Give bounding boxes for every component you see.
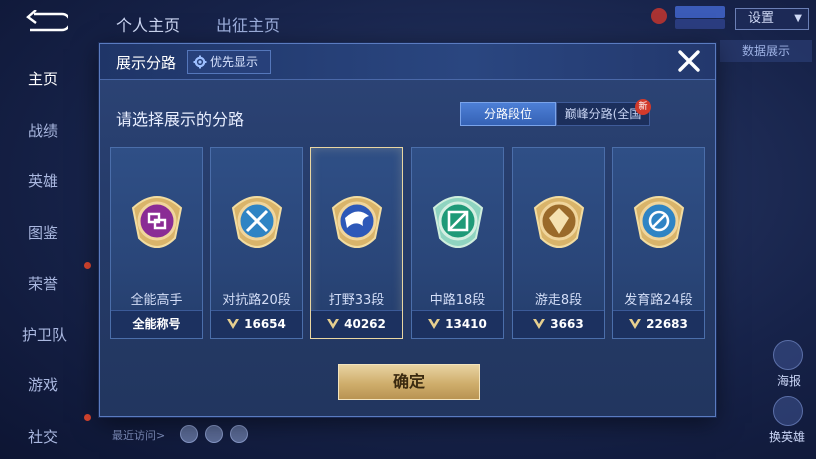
sidebar-item-heroes[interactable]: 英雄 [28,170,58,191]
sidebar-item-records[interactable]: 战绩 [28,120,58,141]
status-badge-secondary [675,19,725,29]
back-arrow-icon[interactable] [22,10,68,34]
poster-label: 海报 [777,374,802,388]
lane-role-label: 全能高手 [130,293,183,308]
sidebar-item-guard-team[interactable]: 护卫队 [22,324,67,345]
farm-lane-emblem-icon [633,196,685,248]
lane-role-label: 对抗路20段 [222,293,291,308]
sidebar-item-home[interactable]: 主页 [28,68,58,89]
sidebar-item-social[interactable]: 社交 [28,426,58,447]
settings-label: 设置 [748,11,775,26]
lane-role-label: 发育路24段 [624,293,693,308]
settings-dropdown[interactable]: 设置 ▼ [735,8,809,30]
sidebar-item-codex[interactable]: 图鉴 [28,222,58,243]
recent-avatar[interactable] [205,425,223,443]
change-hero-icon[interactable] [773,396,803,426]
dialog-title: 展示分路 [116,54,177,72]
lane-score: 16654 [211,310,302,338]
sidebar-item-honor[interactable]: 荣誉 [28,273,58,294]
lane-score: 3663 [513,310,604,338]
all-round-emblem-icon [131,196,183,248]
lane-score: 22683 [613,310,704,338]
lane-role-label: 游走8段 [534,293,583,308]
lane-card-all-round[interactable]: 全能高手 全能称号 [110,147,203,339]
sidebar-item-games[interactable]: 游戏 [28,374,58,395]
lane-role-label: 中路18段 [429,293,486,308]
close-icon[interactable] [676,48,702,74]
priority-display-button[interactable]: 优先显示 [187,50,271,74]
top-bar: 个人主页 出征主页 设置 ▼ 数据展示 [0,0,816,62]
lane-score: 40262 [311,310,402,338]
lane-title-value: 全能称号 [111,310,202,338]
lane-display-dialog: 展示分路 优先显示 请选择展示的分路 分路段位 巅峰分路(全国 新 全能高手 全… [99,43,716,417]
confirm-button[interactable]: 确定 [338,364,480,400]
change-hero-label: 换英雄 [769,430,806,444]
new-badge: 新 [635,99,651,115]
poster-icon[interactable] [773,340,803,370]
status-badge [675,6,725,18]
lane-card-jungle[interactable]: 打野33段 40262 [310,147,403,339]
gear-icon [193,55,207,69]
mid-lane-emblem-icon [432,196,484,248]
lane-card-clash[interactable]: 对抗路20段 16654 [210,147,303,339]
recent-avatar[interactable] [180,425,198,443]
lane-card-mid[interactable]: 中路18段 13410 [411,147,504,339]
score-icon [227,319,240,329]
tab-battle[interactable]: 出征主页 [216,12,280,36]
chevron-down-icon: ▼ [794,13,802,24]
tab-peak-lane-label: 巅峰分路(全国 [564,107,642,121]
lane-role-label: 打野33段 [328,293,385,308]
recent-visits-link[interactable]: 最近访问> [112,427,165,443]
tab-peak-lane[interactable]: 巅峰分路(全国 新 [556,99,651,126]
tab-profile[interactable]: 个人主页 [116,12,180,36]
tab-lane-rank[interactable]: 分路段位 [460,102,556,126]
score-icon [533,319,546,329]
data-display-button[interactable]: 数据展示 [720,40,812,62]
dialog-header: 展示分路 优先显示 [100,44,715,80]
roam-emblem-icon [533,196,585,248]
clash-lane-emblem-icon [231,196,283,248]
jungle-emblem-icon [331,196,383,248]
notification-dot [84,414,91,421]
notification-dot [84,262,91,269]
score-icon [327,319,340,329]
score-icon [428,319,441,329]
avatar [651,8,667,24]
lane-card-roam[interactable]: 游走8段 3663 [512,147,605,339]
lane-score: 13410 [412,310,503,338]
score-icon [629,319,642,329]
priority-display-label: 优先显示 [210,55,259,69]
dialog-subtitle: 请选择展示的分路 [116,110,245,129]
lane-card-farm[interactable]: 发育路24段 22683 [612,147,705,339]
recent-avatar[interactable] [230,425,248,443]
